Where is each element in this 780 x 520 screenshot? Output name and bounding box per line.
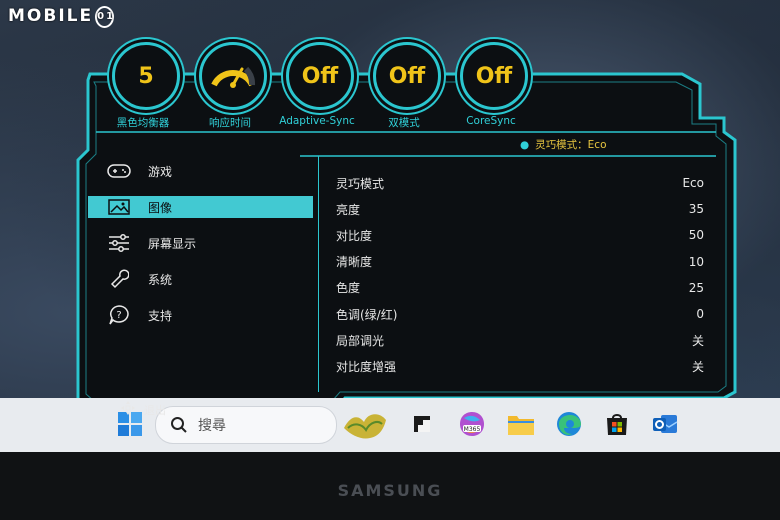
setting-row-smart-mode[interactable]: 灵巧模式 Eco xyxy=(336,170,704,196)
menu-item-label: 屏幕显示 xyxy=(148,236,197,251)
help-bubble-icon: ? xyxy=(106,305,132,325)
setting-value: 0 xyxy=(696,307,704,322)
search-placeholder: 搜尋 xyxy=(198,418,226,434)
setting-label: 色调(绿/红) xyxy=(336,307,398,322)
black-equalizer-dial[interactable]: 5 xyxy=(112,42,180,110)
svg-text:M365: M365 xyxy=(464,426,481,433)
svg-text:?: ? xyxy=(116,310,121,321)
exit-label: 退出 xyxy=(144,403,166,417)
menu-item-game[interactable]: 游戏 xyxy=(88,160,313,182)
setting-row-contrast-enhancer[interactable]: 对比度增强 关 xyxy=(336,353,704,379)
setting-value: Eco xyxy=(682,176,704,191)
search-icon xyxy=(170,416,188,434)
picture-icon xyxy=(106,198,132,216)
setting-label: 对比度增强 xyxy=(336,359,397,374)
picture-settings-list: 灵巧模式 Eco 亮度 35 对比度 50 清晰度 10 色度 25 色调(绿/红) 0 局… xyxy=(336,170,704,380)
setting-value: 35 xyxy=(688,202,704,217)
adaptive-sync-dial[interactable]: Off xyxy=(286,42,354,110)
menu-item-system[interactable]: 系统 xyxy=(88,268,313,290)
m365-copilot-icon[interactable]: M365 xyxy=(458,410,486,438)
setting-label: 局部调光 xyxy=(336,333,385,348)
gamepad-icon xyxy=(106,162,132,180)
setting-label: 对比度 xyxy=(336,228,373,243)
setting-label: 清晰度 xyxy=(336,255,373,270)
wrench-icon xyxy=(106,269,132,289)
setting-row-brightness[interactable]: 亮度 35 xyxy=(336,196,704,222)
widgets-icon[interactable] xyxy=(340,406,392,446)
setting-row-tint[interactable]: 色调(绿/红) 0 xyxy=(336,301,704,327)
menu-item-onscreen-display[interactable]: 屏幕显示 xyxy=(88,232,313,254)
menu-item-label: 支持 xyxy=(148,308,173,323)
setting-label: 色度 xyxy=(336,281,361,296)
setting-row-contrast[interactable]: 对比度 50 xyxy=(336,222,704,248)
response-gauge-icon xyxy=(211,66,256,88)
file-explorer-icon[interactable] xyxy=(507,410,535,438)
sliders-icon xyxy=(106,234,132,252)
panel-divider xyxy=(318,156,319,392)
setting-row-color[interactable]: 色度 25 xyxy=(336,275,704,301)
menu-item-label: 图像 xyxy=(148,200,173,215)
edge-browser-icon[interactable] xyxy=(555,410,583,438)
coresync-dial[interactable]: Off xyxy=(460,42,528,110)
menu-item-picture[interactable]: 图像 xyxy=(88,196,313,218)
menu-item-label: 系统 xyxy=(148,272,173,287)
microsoft-store-icon[interactable] xyxy=(603,410,631,438)
taskbar-search[interactable]: 搜尋 xyxy=(155,406,337,444)
setting-value: 关 xyxy=(691,359,704,374)
setting-value: 关 xyxy=(691,333,704,348)
setting-label: 亮度 xyxy=(336,202,361,217)
osd-menu: 游戏 图像 屏幕显示 系统 ? 支持 xyxy=(88,160,313,340)
exit-button[interactable]: 退出 xyxy=(120,400,166,419)
menu-item-support[interactable]: ? 支持 xyxy=(88,304,313,326)
coresync-label: CoreSync xyxy=(466,115,516,127)
response-time-dial[interactable] xyxy=(199,42,267,110)
setting-label: 灵巧模式 xyxy=(336,176,385,191)
dual-mode-dial[interactable]: Off xyxy=(373,42,441,110)
smart-mode-status: ● 灵巧模式：Eco xyxy=(520,139,607,151)
brand-logo: SAMSUNG xyxy=(337,481,443,500)
move-arrows-icon xyxy=(120,400,136,419)
setting-row-sharpness[interactable]: 清晰度 10 xyxy=(336,249,704,275)
setting-row-local-dimming[interactable]: 局部调光 关 xyxy=(336,327,704,353)
setting-value: 25 xyxy=(688,280,704,295)
outlook-icon[interactable] xyxy=(651,410,679,438)
setting-value: 10 xyxy=(688,254,704,269)
setting-value: 50 xyxy=(688,228,704,243)
task-view-icon[interactable] xyxy=(408,410,436,438)
menu-item-label: 游戏 xyxy=(148,164,173,179)
